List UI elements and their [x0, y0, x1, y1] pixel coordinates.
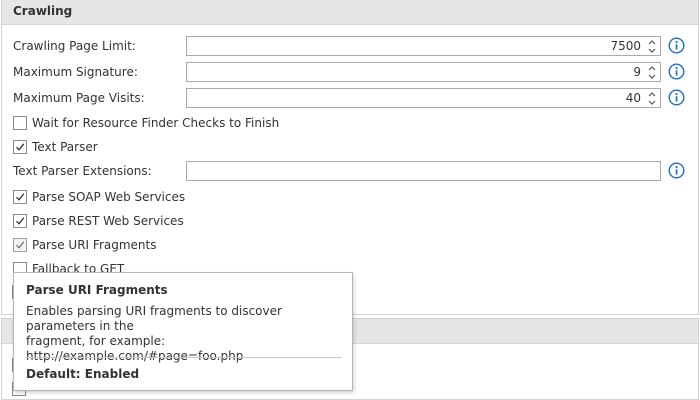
parse-uri-fragments-checkbox[interactable] — [13, 238, 27, 252]
info-icon[interactable] — [668, 37, 685, 54]
info-icon[interactable] — [668, 89, 685, 106]
checkmark-icon — [16, 217, 25, 225]
crawling-page-limit-row: Crawling Page Limit: 7500 — [0, 36, 700, 58]
tooltip-title: Parse URI Fragments — [26, 283, 168, 297]
parse-rest-checkbox[interactable] — [13, 214, 27, 228]
tooltip-body-line: fragment, for example: — [26, 334, 166, 348]
maximum-page-visits-input[interactable]: 40 — [186, 88, 661, 108]
info-icon[interactable] — [668, 162, 685, 179]
maximum-page-visits-label: Maximum Page Visits: — [13, 91, 145, 105]
maximum-signature-label: Maximum Signature: — [13, 65, 138, 79]
text-parser-extensions-label: Text Parser Extensions: — [13, 164, 152, 178]
maximum-signature-row: Maximum Signature: 9 — [0, 62, 700, 84]
parse-rest-checkbox-row[interactable]: Parse REST Web Services — [13, 213, 413, 231]
spinner-arrows-icon[interactable] — [647, 64, 657, 81]
maximum-page-visits-value: 40 — [625, 91, 641, 105]
spinner-arrows-icon[interactable] — [647, 90, 657, 107]
crawling-page-limit-value: 7500 — [610, 39, 641, 53]
checkmark-icon — [16, 193, 25, 201]
wait-resource-finder-checkbox[interactable] — [13, 116, 27, 130]
text-parser-checkbox[interactable] — [13, 140, 27, 154]
text-parser-checkbox-row[interactable]: Text Parser — [13, 139, 413, 157]
spinner-arrows-icon[interactable] — [647, 38, 657, 55]
wait-resource-finder-checkbox-row[interactable]: Wait for Resource Finder Checks to Finis… — [13, 115, 413, 133]
text-parser-extensions-input[interactable] — [186, 161, 661, 181]
checkmark-icon — [16, 241, 25, 249]
parse-uri-fragments-tooltip: Parse URI Fragments Enables parsing URI … — [13, 272, 353, 391]
maximum-page-visits-row: Maximum Page Visits: 40 — [0, 88, 700, 110]
parse-uri-fragments-checkbox-row[interactable]: Parse URI Fragments — [13, 237, 413, 255]
parse-soap-checkbox[interactable] — [13, 190, 27, 204]
wait-resource-finder-label: Wait for Resource Finder Checks to Finis… — [32, 116, 280, 130]
crawling-page-limit-input[interactable]: 7500 — [186, 36, 661, 56]
maximum-signature-input[interactable]: 9 — [186, 62, 661, 82]
parse-uri-fragments-label: Parse URI Fragments — [32, 238, 157, 252]
maximum-signature-value: 9 — [633, 65, 641, 79]
crawling-page-limit-label: Crawling Page Limit: — [13, 39, 136, 53]
tooltip-default-value: Default: Enabled — [26, 367, 140, 381]
tooltip-body-line: Enables parsing URI fragments to discove… — [26, 304, 282, 333]
text-parser-extensions-row: Text Parser Extensions: — [0, 161, 700, 183]
parse-soap-checkbox-row[interactable]: Parse SOAP Web Services — [13, 189, 413, 207]
parse-rest-label: Parse REST Web Services — [32, 214, 184, 228]
tooltip-body: Enables parsing URI fragments to discove… — [26, 304, 348, 364]
tooltip-divider — [26, 357, 342, 358]
info-icon[interactable] — [668, 63, 685, 80]
parse-soap-label: Parse SOAP Web Services — [32, 190, 186, 204]
panel-title: Crawling — [13, 4, 73, 18]
checkmark-icon — [16, 143, 25, 151]
text-parser-label: Text Parser — [32, 140, 98, 154]
panel-header[interactable]: Crawling — [2, 0, 698, 25]
